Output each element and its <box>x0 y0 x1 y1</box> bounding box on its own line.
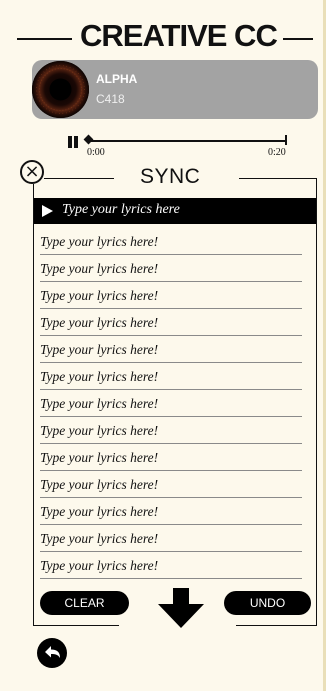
lyric-line[interactable]: Type your lyrics here! <box>40 309 302 336</box>
lyric-line[interactable]: Type your lyrics here! <box>40 363 302 390</box>
lyric-line[interactable]: Type your lyrics here! <box>40 444 302 471</box>
lyric-line[interactable]: Type your lyrics here! <box>40 336 302 363</box>
sync-title: SYNC <box>140 165 201 188</box>
close-icon[interactable]: × <box>20 160 44 184</box>
lyric-line[interactable]: Type your lyrics here! <box>40 525 302 552</box>
lyric-line[interactable]: Type your lyrics here! <box>40 498 302 525</box>
app-frame: CREATIVE CC ALPHA C418 0:00 0:20 × SYNC … <box>0 0 326 691</box>
track-title: ALPHA <box>96 72 138 86</box>
active-lyric-placeholder: Type your lyrics here <box>62 202 180 217</box>
lyric-line[interactable]: Type your lyrics here! <box>40 282 302 309</box>
header-rule-right <box>283 38 313 40</box>
lyric-line[interactable]: Type your lyrics here! <box>40 390 302 417</box>
lyric-line[interactable]: Type your lyrics here! <box>40 552 302 579</box>
panel-border-top-right <box>239 178 316 179</box>
clear-button[interactable]: CLEAR <box>40 591 129 615</box>
time-elapsed: 0:00 <box>87 147 105 158</box>
progress-knob[interactable] <box>83 134 94 145</box>
active-lyric-input[interactable]: Type your lyrics here <box>34 198 316 224</box>
album-art-image <box>32 61 89 118</box>
track-artist: C418 <box>96 92 125 106</box>
progress-end-tick <box>285 135 287 145</box>
app-title: CREATIVE CC <box>80 18 278 53</box>
panel-border-top-left <box>44 178 114 179</box>
lyric-line[interactable]: Type your lyrics here! <box>40 471 302 498</box>
panel-border-right <box>316 178 317 625</box>
lyric-list: Type your lyrics here! Type your lyrics … <box>40 228 302 579</box>
undo-arrow-icon[interactable] <box>37 638 67 668</box>
lyric-line[interactable]: Type your lyrics here! <box>40 255 302 282</box>
time-total: 0:20 <box>268 147 286 158</box>
pause-icon[interactable] <box>67 136 79 148</box>
down-arrow-icon[interactable] <box>158 588 204 628</box>
lyric-line[interactable]: Type your lyrics here! <box>40 417 302 444</box>
app-header: CREATIVE CC <box>0 14 326 58</box>
undo-button[interactable]: UNDO <box>224 591 311 615</box>
progress-track[interactable] <box>88 140 286 142</box>
header-rule-left <box>17 38 72 40</box>
play-icon <box>42 205 53 217</box>
panel-border-left <box>33 184 34 625</box>
lyric-line[interactable]: Type your lyrics here! <box>40 228 302 255</box>
panel-border-bottom-right <box>236 625 317 626</box>
panel-border-bottom-left <box>33 625 119 626</box>
album-art <box>32 61 89 118</box>
